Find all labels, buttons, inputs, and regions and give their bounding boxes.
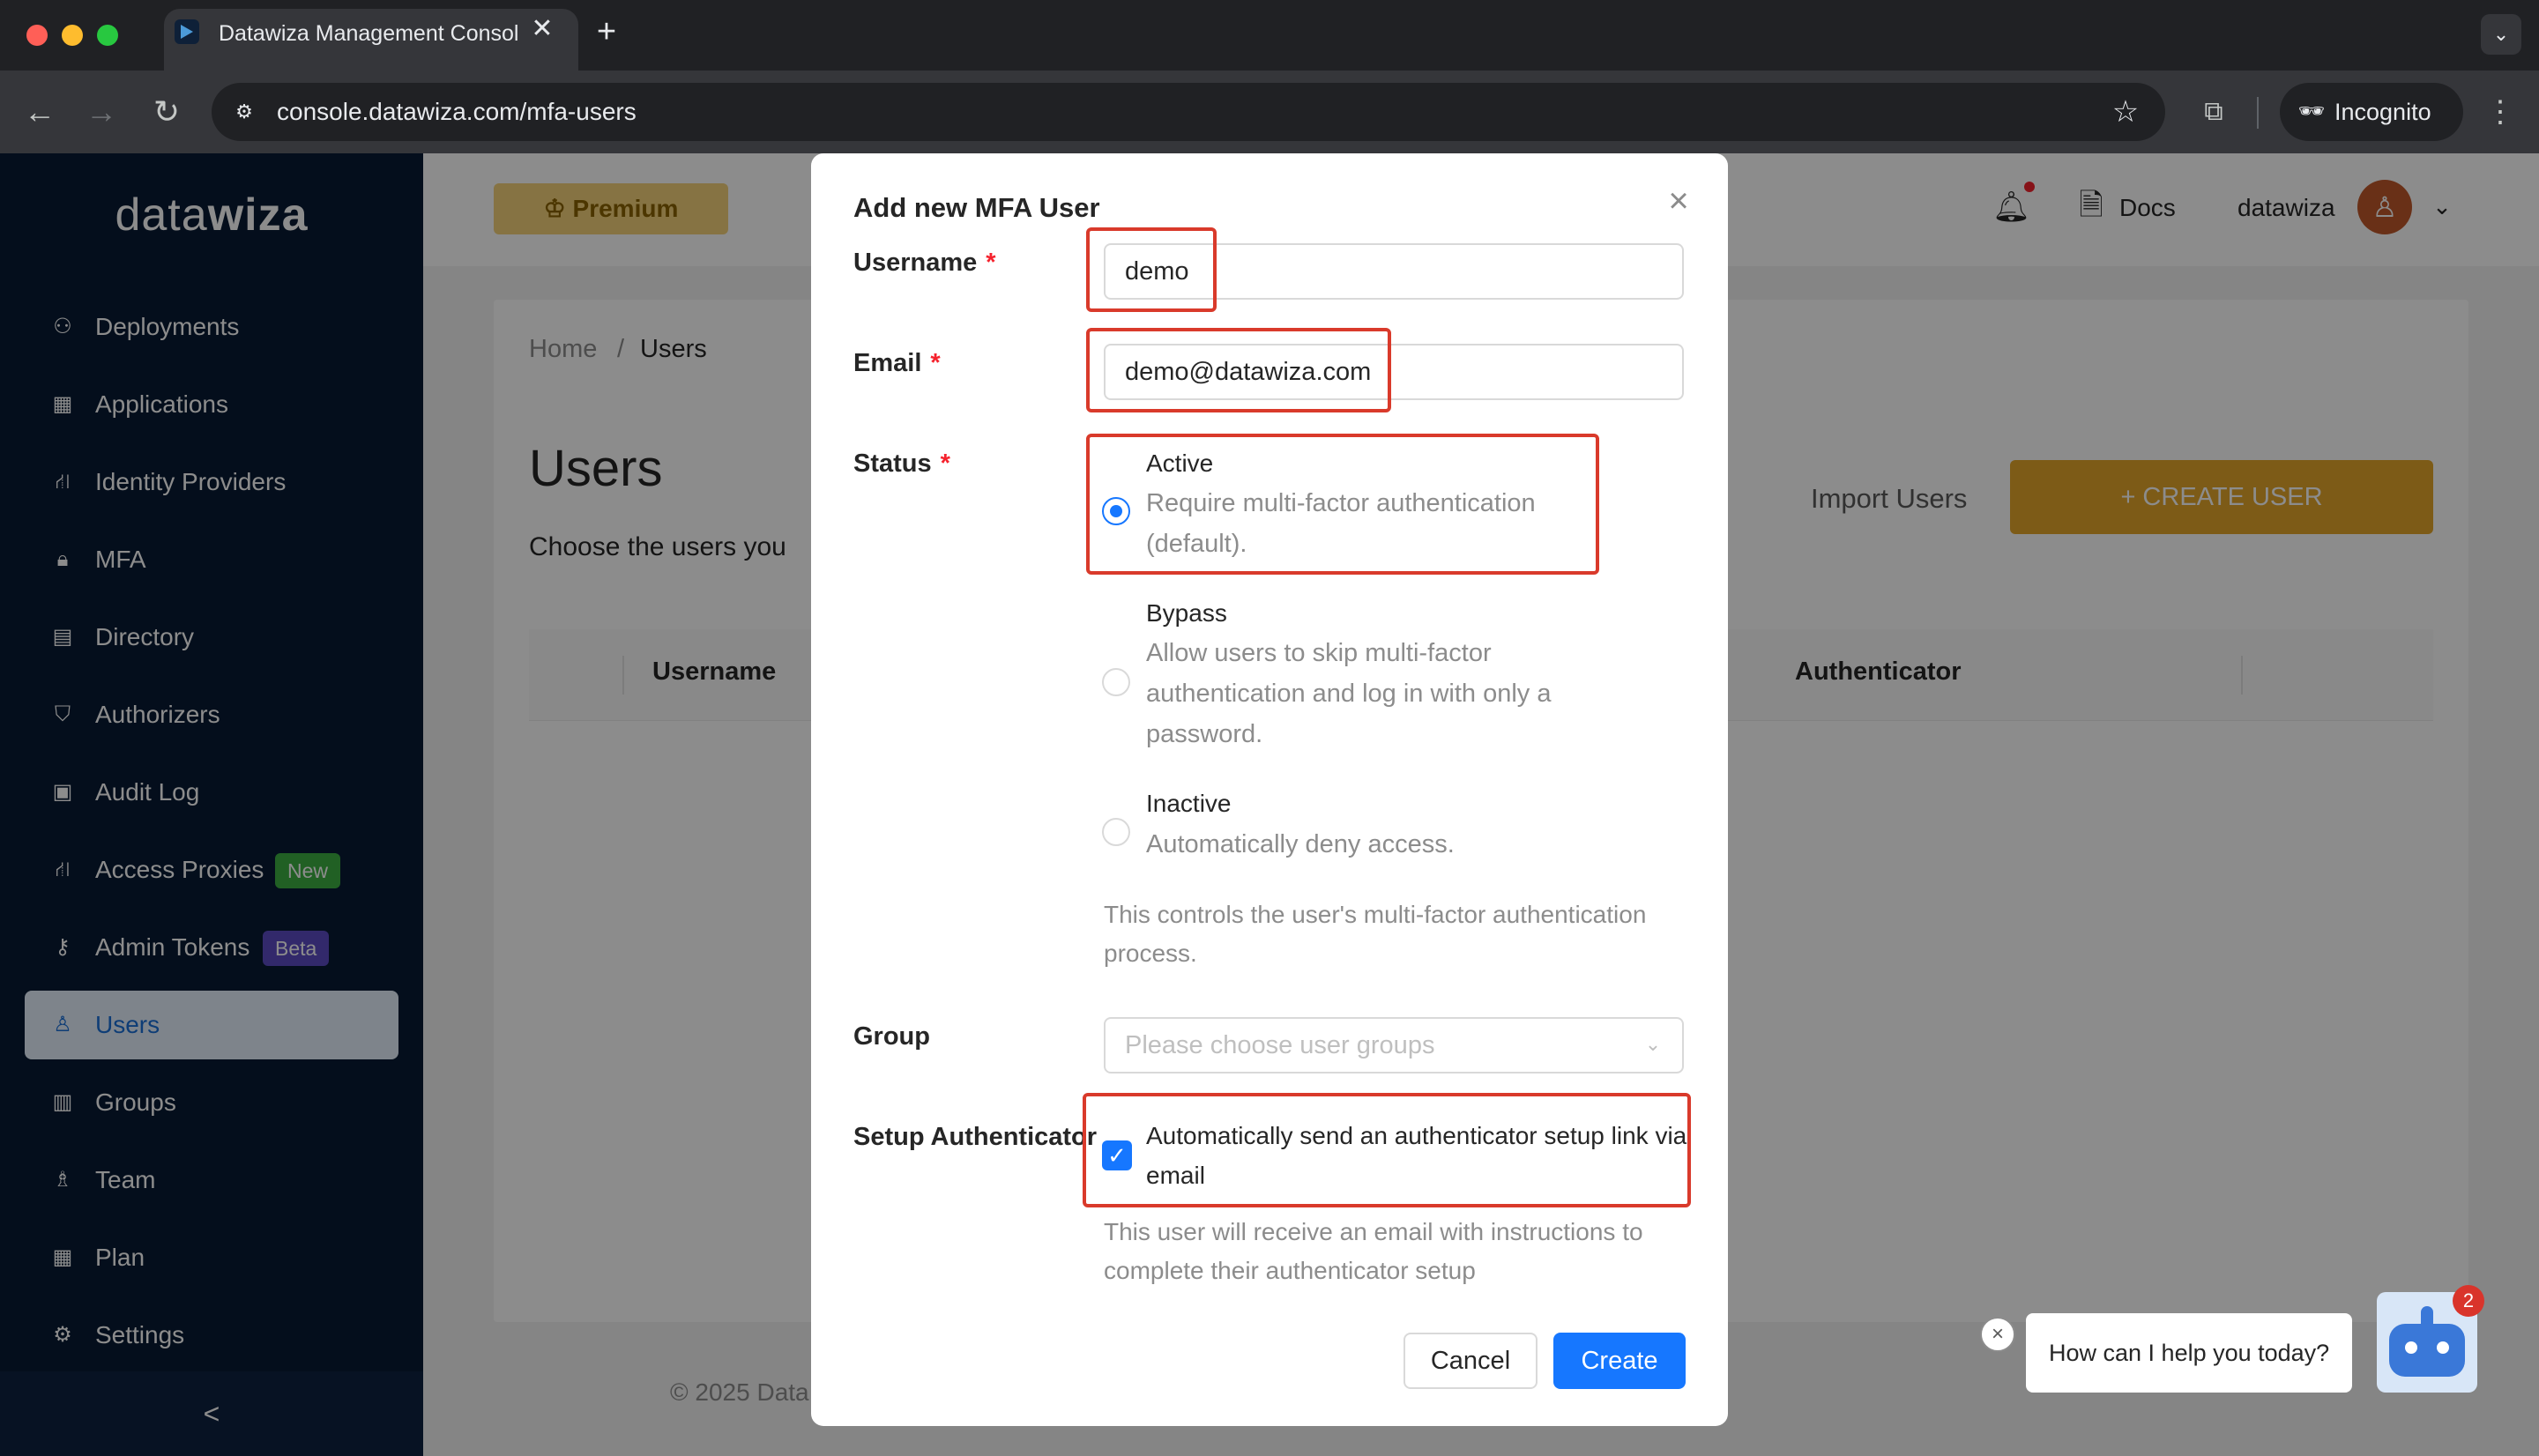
tab-search-button[interactable]: ⌄ <box>2481 14 2521 55</box>
email-label-text: Email <box>853 349 922 377</box>
robot-icon <box>2389 1324 2465 1377</box>
modal-title: Add new MFA User <box>853 192 1100 223</box>
status-help-text: This controls the user's multi-factor au… <box>1104 901 1647 967</box>
highlight-box <box>1086 227 1217 312</box>
chat-prompt-bubble[interactable]: How can I help you today? <box>2026 1313 2352 1393</box>
window-close-button[interactable] <box>26 25 48 46</box>
status-radio-inactive[interactable] <box>1102 818 1130 846</box>
email-label: Email * <box>853 349 941 378</box>
setup-help-text: This user will receive an email with ins… <box>1104 1218 1643 1284</box>
status-option-description: Automatically deny access. <box>1146 830 1455 858</box>
toolbar-divider <box>2257 97 2259 129</box>
forward-icon[interactable]: → <box>79 90 123 134</box>
extensions-icon[interactable]: ⧉ <box>2192 90 2236 134</box>
status-option-title[interactable]: Bypass <box>1146 599 1227 628</box>
chat-unread-badge: 2 <box>2453 1285 2484 1317</box>
url-text[interactable]: console.datawiza.com/mfa-users <box>277 95 637 129</box>
status-label-text: Status <box>853 449 932 478</box>
username-label-text: Username <box>853 249 978 277</box>
incognito-icon: 🕶︎ <box>2297 100 2326 123</box>
status-option-title[interactable]: Inactive <box>1146 790 1232 818</box>
site-info-icon[interactable]: ⚙ <box>227 95 261 129</box>
required-mark: * <box>986 249 996 277</box>
tab-title: Datawiza Management Console <box>219 21 518 46</box>
close-icon[interactable]: × <box>1661 183 1696 219</box>
window-minimize-button[interactable] <box>62 25 83 46</box>
group-label: Group <box>853 1022 930 1051</box>
robot-eye <box>2405 1341 2417 1354</box>
setup-authenticator-label: Setup Authenticator <box>853 1123 1098 1151</box>
window-zoom-button[interactable] <box>97 25 118 46</box>
tab-favicon <box>175 19 199 44</box>
reload-icon[interactable]: ↻ <box>145 90 189 134</box>
incognito-indicator[interactable]: 🕶︎ Incognito <box>2280 83 2463 141</box>
bookmark-star-icon[interactable]: ☆ <box>2103 90 2148 134</box>
robot-eye <box>2437 1341 2449 1354</box>
create-button[interactable]: Create <box>1553 1333 1686 1389</box>
chevron-down-icon: ⌄ <box>1644 1033 1662 1055</box>
highlight-box <box>1086 434 1599 575</box>
highlight-box <box>1086 328 1391 412</box>
group-select[interactable]: Please choose user groups ⌄ <box>1104 1017 1684 1073</box>
new-tab-button[interactable]: + <box>589 14 624 49</box>
back-icon[interactable]: ← <box>18 90 62 134</box>
chat-dismiss-icon[interactable]: × <box>1980 1317 2015 1352</box>
robot-antenna <box>2421 1306 2433 1324</box>
required-mark: * <box>930 349 941 377</box>
username-label: Username * <box>853 249 996 278</box>
cancel-button[interactable]: Cancel <box>1404 1333 1538 1389</box>
status-option-description: Allow users to skip multi-factor authent… <box>1146 639 1552 748</box>
status-radio-bypass[interactable] <box>1102 668 1130 696</box>
required-mark: * <box>940 449 950 478</box>
status-label: Status * <box>853 449 950 479</box>
tab-close-icon[interactable]: ✕ <box>529 16 555 42</box>
highlight-box <box>1083 1093 1691 1207</box>
incognito-label: Incognito <box>2334 99 2431 125</box>
group-select-placeholder: Please choose user groups <box>1125 1031 1435 1059</box>
browser-menu-icon[interactable]: ⋮ <box>2483 90 2518 134</box>
